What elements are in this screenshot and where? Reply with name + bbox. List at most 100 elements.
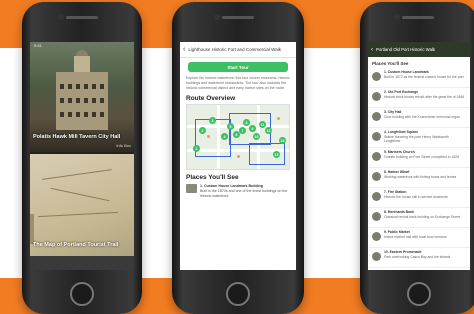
place-desc: Built in the 1870s and one of the finest… bbox=[200, 189, 288, 198]
window-row bbox=[60, 98, 104, 103]
map-line bbox=[38, 211, 118, 218]
map-pin[interactable]: 14 bbox=[279, 137, 286, 144]
place-row[interactable]: 1. Custom House Landmark Building Built … bbox=[186, 184, 290, 199]
nav-bar: ‹ Lighthouse Historic Fort and Commercia… bbox=[180, 42, 296, 58]
screen-places-list: ‹ Portland Old Port Historic Walk Places… bbox=[368, 42, 470, 270]
nav-title: Portland Old Port Historic Walk bbox=[376, 47, 436, 52]
poi-marker[interactable] bbox=[277, 117, 280, 120]
screen-tour-detail: ‹ Lighthouse Historic Fort and Commercia… bbox=[180, 42, 296, 270]
list-text: 6. Harbor Wharf Working waterfront with f… bbox=[384, 170, 456, 179]
places-list: 1. Custom House Landmark Built in 1872 as… bbox=[368, 68, 470, 268]
list-item[interactable]: 10. Eastern Promenade Park overlooking Ca… bbox=[368, 248, 470, 268]
place-desc: Historic fire house still in service dow… bbox=[384, 194, 449, 199]
map-pin[interactable]: 12 bbox=[265, 127, 272, 134]
nav-title: Lighthouse Historic Fort and Commercial … bbox=[188, 47, 281, 52]
back-chevron-icon[interactable]: ‹ bbox=[183, 46, 185, 53]
home-button[interactable] bbox=[407, 282, 431, 306]
start-tour-label: Start Tour bbox=[227, 64, 249, 70]
list-text: 4. Longfellow Square Statue honoring the … bbox=[384, 130, 466, 144]
map-pin[interactable]: 10 bbox=[253, 133, 260, 140]
place-thumbnail bbox=[372, 192, 381, 201]
start-tour-button[interactable]: Start Tour bbox=[188, 62, 288, 72]
place-thumbnail bbox=[372, 112, 381, 121]
place-desc: Granite building on Fore Street complete… bbox=[384, 154, 460, 159]
map-pin[interactable]: 7 bbox=[239, 127, 246, 134]
place-desc: Historic brick blocks rebuilt after the … bbox=[384, 94, 465, 99]
map-pin[interactable]: 13 bbox=[273, 151, 280, 158]
list-item[interactable]: 8. Merchants Bank Classical revival bank … bbox=[368, 208, 470, 228]
list-item[interactable]: 6. Harbor Wharf Working waterfront with f… bbox=[368, 168, 470, 188]
side-handle[interactable] bbox=[30, 214, 34, 244]
route-heading: Route Overview bbox=[186, 95, 236, 102]
window-row bbox=[60, 112, 104, 117]
place-desc: Built in 1872 as the federal custom hous… bbox=[384, 74, 464, 79]
speaker-grille bbox=[222, 16, 254, 19]
tour-description: Explore the historic waterfront: this to… bbox=[186, 76, 290, 90]
map-pin[interactable]: 3 bbox=[209, 117, 216, 124]
home-button[interactable] bbox=[226, 282, 250, 306]
front-camera bbox=[394, 14, 400, 20]
map-pin[interactable]: 2 bbox=[199, 127, 206, 134]
place-desc: Indoor market hall with local food vendo… bbox=[384, 234, 447, 239]
front-camera bbox=[58, 14, 64, 20]
phone-center: ‹ Lighthouse Historic Fort and Commercia… bbox=[172, 2, 304, 314]
home-button[interactable] bbox=[70, 282, 94, 306]
place-thumbnail bbox=[372, 92, 381, 101]
place-desc: Classical revival bank building on Excha… bbox=[384, 214, 460, 219]
place-desc: Civic building with the Kotzschmar memor… bbox=[384, 114, 460, 119]
place-thumbnail bbox=[372, 252, 381, 261]
list-text: 8. Merchants Bank Classical revival bank … bbox=[384, 210, 460, 219]
map-line bbox=[50, 187, 110, 202]
list-heading: Places You'll See bbox=[372, 61, 409, 66]
place-thumbnail bbox=[372, 72, 381, 81]
place-desc: Park overlooking Casco Bay and the islan… bbox=[384, 254, 451, 259]
place-desc: Statue honoring the poet Henry Wadsworth… bbox=[384, 134, 449, 144]
map-pin[interactable]: 1 bbox=[193, 145, 200, 152]
status-bar: 9:41 bbox=[34, 43, 42, 48]
list-item[interactable]: 1. Custom House Landmark Built in 1872 as… bbox=[368, 68, 470, 88]
list-item[interactable]: 4. Longfellow Square Statue honoring the … bbox=[368, 128, 470, 148]
thumbnail-strip[interactable] bbox=[30, 256, 134, 270]
list-item[interactable]: 3. City Hall Civic building with the Kotz… bbox=[368, 108, 470, 128]
place-thumbnail bbox=[372, 152, 381, 161]
list-text: 9. Public Market Indoor market hall with … bbox=[384, 230, 447, 239]
map-pin[interactable]: 9 bbox=[249, 125, 256, 132]
route-map[interactable]: 1 2 3 4 5 6 7 8 9 10 11 12 13 14 bbox=[186, 104, 290, 170]
place-desc: Working waterfront with fishing boats an… bbox=[384, 174, 457, 179]
list-item[interactable]: 7. Fire Station Historic fire house still… bbox=[368, 188, 470, 208]
list-text: 7. Fire Station Historic fire house still… bbox=[384, 190, 448, 199]
place-thumbnail bbox=[186, 184, 197, 193]
place-text: 1. Custom House Landmark Building Built … bbox=[200, 184, 290, 199]
map-pin[interactable]: 11 bbox=[259, 121, 266, 128]
place-thumbnail bbox=[372, 132, 381, 141]
speaker-grille bbox=[66, 16, 98, 19]
speaker-grille bbox=[402, 16, 434, 19]
list-text: 1. Custom House Landmark Built in 1872 as… bbox=[384, 70, 464, 79]
list-item[interactable]: 5. Mariners Church Granite building on Fo… bbox=[368, 148, 470, 168]
phone-right: ‹ Portland Old Port Historic Walk Places… bbox=[360, 2, 474, 314]
map-pin[interactable]: 4 bbox=[221, 133, 228, 140]
photo-caption: The Map of Portland Tourist Trail bbox=[33, 242, 119, 248]
list-item[interactable]: 2. Old Port Exchange Historic brick block… bbox=[368, 88, 470, 108]
map-pin[interactable]: 5 bbox=[227, 123, 234, 130]
map-pin[interactable]: 8 bbox=[243, 119, 250, 126]
back-chevron-icon[interactable]: ‹ bbox=[371, 47, 373, 53]
photo-caption: Polatis Hawk Mill Tavern City Hall bbox=[33, 134, 121, 140]
place-thumbnail bbox=[372, 172, 381, 181]
historic-map-photo[interactable]: The Map of Portland Tourist Trail bbox=[30, 154, 134, 270]
list-text: 2. Old Port Exchange Historic brick block… bbox=[384, 90, 464, 99]
list-text: 3. City Hall Civic building with the Kotz… bbox=[384, 110, 460, 119]
list-text: 10. Eastern Promenade Park overlooking Ca… bbox=[384, 250, 450, 259]
map-line bbox=[42, 169, 112, 180]
poi-marker[interactable] bbox=[207, 135, 210, 138]
places-heading: Places You'll See bbox=[186, 174, 239, 181]
list-text: 5. Mariners Church Granite building on Fo… bbox=[384, 150, 459, 159]
nav-bar: ‹ Portland Old Port Historic Walk bbox=[368, 42, 470, 57]
place-thumbnail bbox=[372, 212, 381, 221]
city-hall-photo[interactable]: 9:41 Polatis Hawk Mill Tavern City Hall … bbox=[30, 42, 134, 152]
screen-photo-gallery: 9:41 Polatis Hawk Mill Tavern City Hall … bbox=[30, 42, 134, 270]
poi-marker[interactable] bbox=[237, 155, 240, 158]
list-item[interactable]: 9. Public Market Indoor market hall with … bbox=[368, 228, 470, 248]
front-camera bbox=[214, 14, 220, 20]
photo-credit: Info Box bbox=[116, 143, 131, 148]
